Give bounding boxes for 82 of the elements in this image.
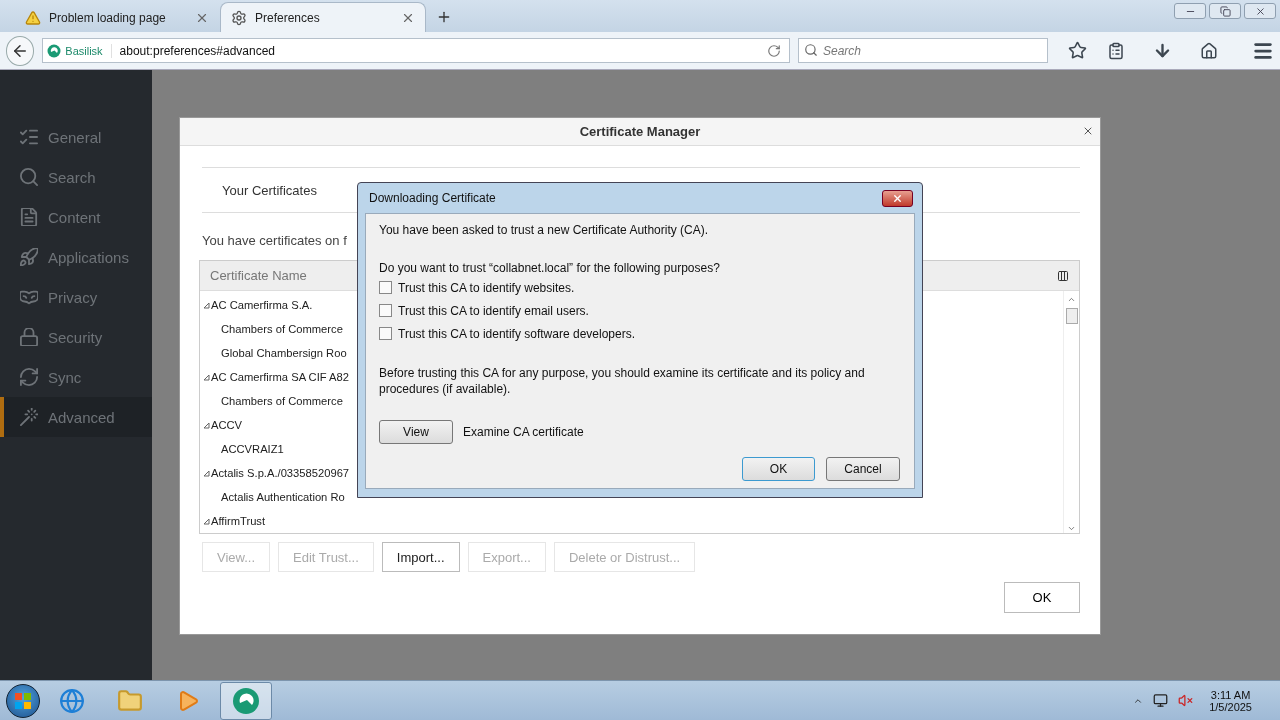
tree-item[interactable]: Chambers of Commerce (221, 395, 343, 407)
cancel-button[interactable]: Cancel (826, 457, 900, 481)
action-button[interactable]: Import... (381, 542, 460, 572)
scroll-up-icon[interactable] (1067, 295, 1076, 304)
taskbar-app[interactable] (220, 681, 272, 720)
ok-button[interactable]: OK (1004, 582, 1080, 613)
address-bar[interactable]: Basilisk about:preferences#advanced (42, 38, 790, 63)
scrollbar-thumb[interactable] (1065, 308, 1078, 324)
option-label: Trust this CA to identify email users. (398, 303, 589, 318)
back-button[interactable] (6, 35, 35, 66)
start-button[interactable] (6, 683, 40, 718)
checklist-icon (20, 128, 38, 146)
tab-title: Problem loading page (49, 10, 167, 25)
document-icon (20, 208, 38, 226)
mask-icon (20, 288, 38, 306)
expanded-triangle-icon[interactable] (203, 301, 210, 309)
scroll-down-icon[interactable] (1067, 524, 1076, 533)
close-button[interactable] (882, 189, 913, 207)
volume-muted-icon[interactable] (1178, 693, 1194, 708)
home-icon[interactable] (1200, 41, 1218, 60)
option-label: Trust this CA to identify software developers. (398, 326, 635, 341)
network-icon[interactable] (1153, 693, 1169, 708)
checkbox[interactable] (379, 327, 392, 340)
warning-icon (25, 9, 41, 26)
option-label: Trust this CA to identify websites. (398, 280, 575, 295)
search-icon (20, 168, 38, 186)
tree-item[interactable]: Actalis Authentication Ro (221, 491, 345, 503)
message-text: You have been asked to trust a new Certificate Authority (CA). (379, 222, 710, 238)
expanded-triangle-icon[interactable] (203, 373, 210, 381)
scrollbar[interactable] (1063, 291, 1079, 533)
clock[interactable]: 3:11 AM 1/5/2025 (1209, 688, 1252, 713)
browser-logo-icon (232, 686, 260, 715)
tree-item[interactable]: AffirmTrust (211, 515, 266, 527)
tree-item[interactable]: ACCVRAIZ1 (221, 443, 284, 455)
sync-icon (20, 368, 38, 386)
expanded-triangle-icon[interactable] (203, 469, 210, 477)
clipboard-icon[interactable] (1107, 41, 1125, 60)
expanded-triangle-icon[interactable] (203, 517, 210, 525)
browser-logo-icon (47, 43, 62, 58)
intro-text: You have certificates on f (202, 233, 348, 248)
rocket-icon (20, 248, 38, 266)
identity-label[interactable]: Basilisk (43, 43, 112, 58)
question-text: Do you want to trust “collabnet.local” for the following purposes? (379, 260, 721, 276)
dialog-title: Certificate Manager (579, 124, 701, 139)
new-tab-icon[interactable] (436, 9, 452, 25)
close-icon[interactable] (1082, 125, 1094, 137)
tree-item[interactable]: ACCV (211, 419, 243, 431)
certificates-tab[interactable]: Your Certificates (222, 182, 317, 198)
wand-icon (20, 408, 38, 426)
browser-tab[interactable]: Preferences (220, 2, 426, 32)
ok-button[interactable]: OK (742, 457, 815, 481)
tree-item[interactable]: Chambers of Commerce (221, 323, 343, 335)
tab-title: Preferences (255, 10, 321, 25)
download-icon[interactable] (1153, 41, 1172, 60)
tree-item[interactable]: Actalis S.p.A./03358520967 (211, 467, 350, 479)
search-icon (804, 43, 818, 57)
browser-tab[interactable]: Problem loading page (14, 2, 220, 32)
url-text: about:preferences#advanced (118, 43, 277, 58)
folder-icon (117, 687, 143, 714)
tree-item[interactable]: AC Camerfirma SA CIF A82 (211, 371, 350, 383)
search-field[interactable]: Search (798, 38, 1048, 63)
expanded-triangle-icon[interactable] (203, 421, 210, 429)
tree-item[interactable]: Global Chambersign Roo (221, 347, 347, 359)
dialog-title: Downloading Certificate (369, 191, 496, 205)
tree-item[interactable]: AC Camerfirma S.A. (211, 299, 313, 311)
view-hint: Examine CA certificate (463, 425, 584, 439)
column-header[interactable]: Certificate Name (210, 268, 307, 283)
close-icon (1254, 5, 1266, 17)
column-picker-icon[interactable] (1057, 269, 1069, 282)
star-icon[interactable] (1068, 41, 1087, 60)
checkbox[interactable] (379, 281, 392, 294)
lock-icon (20, 328, 38, 346)
restore-button[interactable] (1209, 3, 1241, 19)
four-squares-icon (14, 691, 32, 710)
settings-icon (231, 9, 247, 26)
warning-text: Before trusting this CA for any purpose, you should examine its certificate and its policy and procedures (if available). (379, 365, 866, 397)
globe-icon (59, 687, 85, 714)
close-icon (892, 192, 903, 204)
checkbox[interactable] (379, 304, 392, 317)
view-button[interactable]: View (379, 420, 453, 444)
reload-icon[interactable] (767, 43, 781, 58)
restore-icon (1219, 5, 1231, 17)
